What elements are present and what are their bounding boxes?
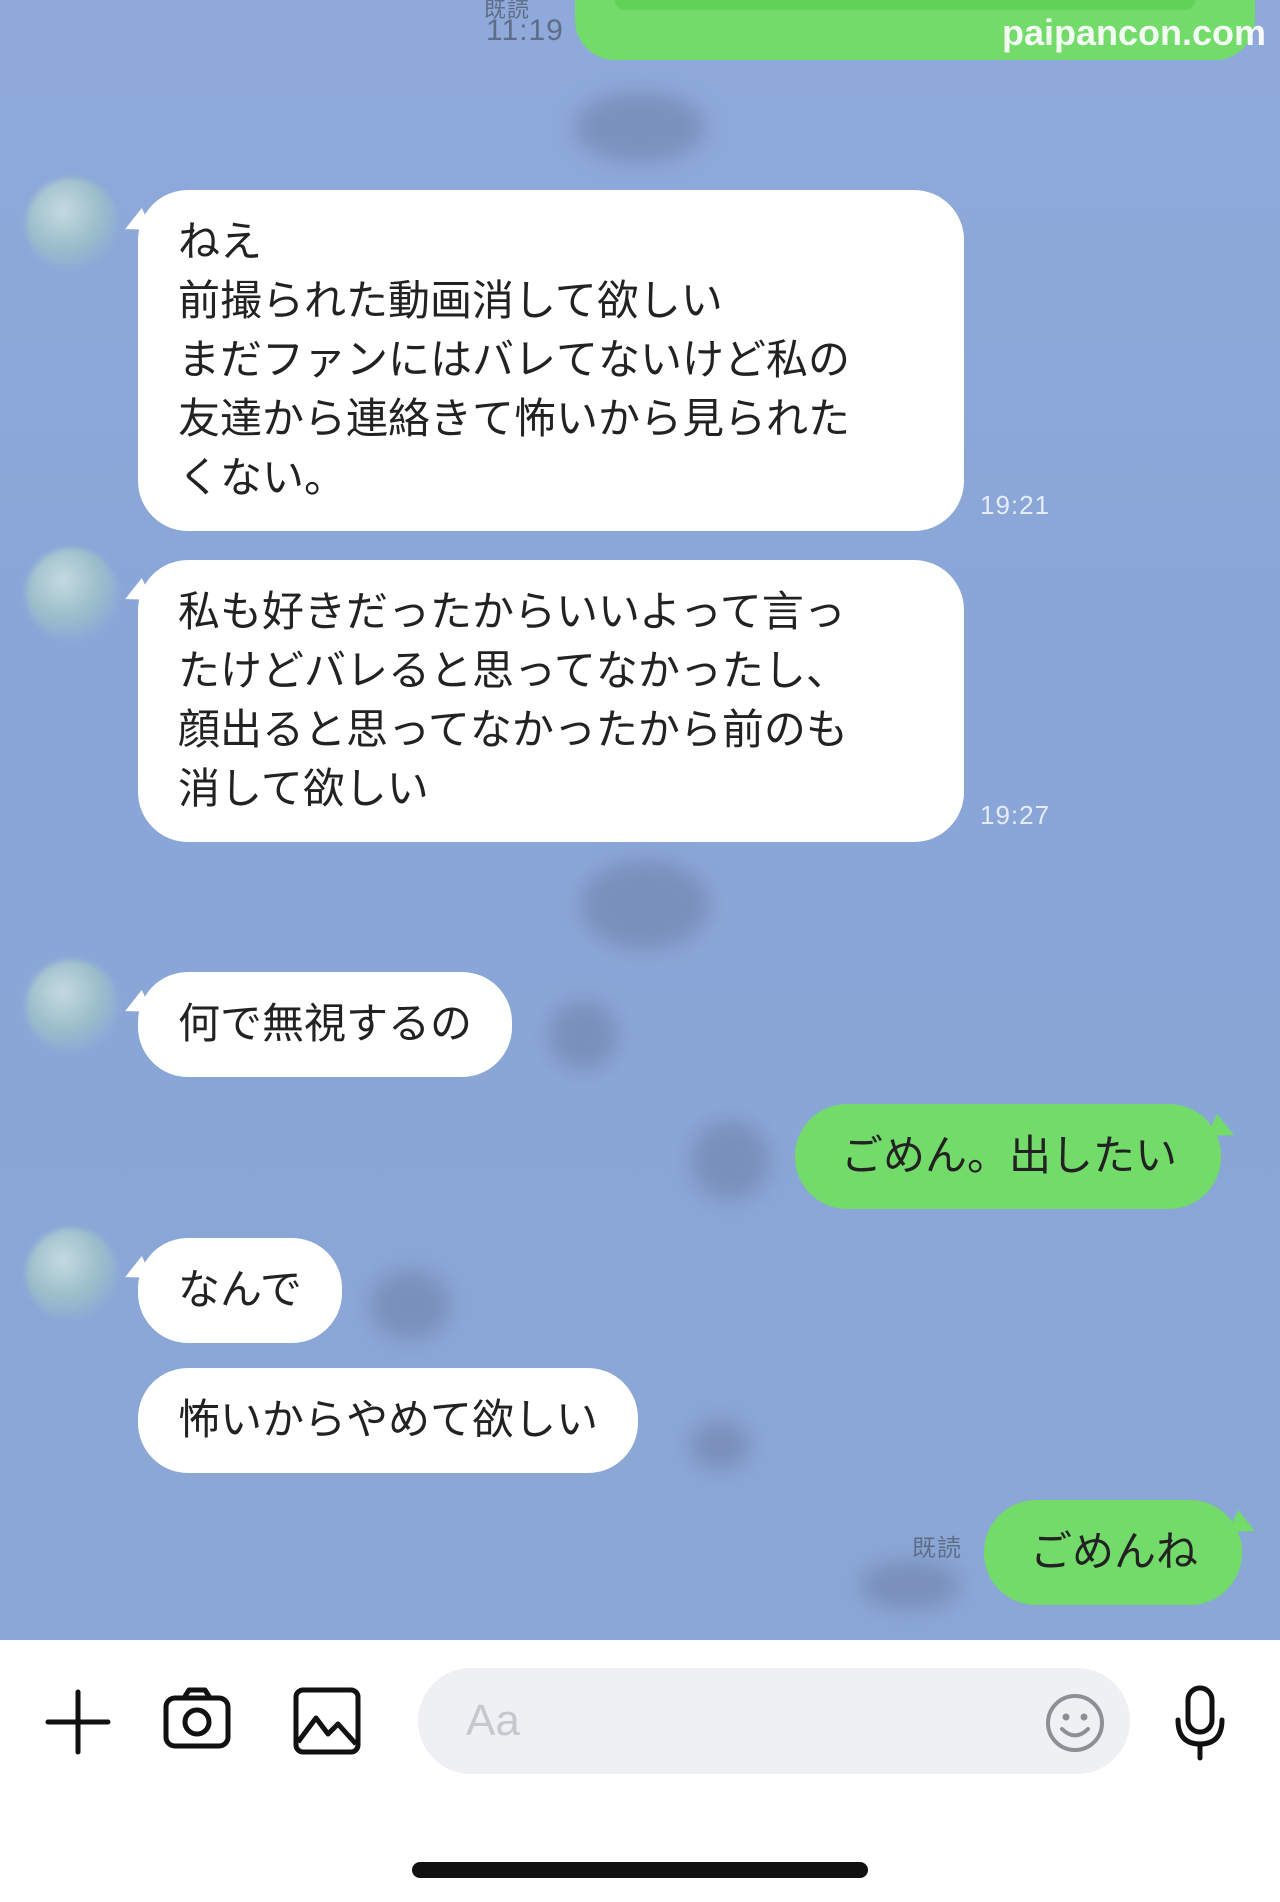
camera-icon[interactable] xyxy=(162,1684,232,1754)
message-bubble-incoming[interactable]: ねえ 前撮られた動画消して欲しい まだファンにはバレてないけど私の 友達から連絡… xyxy=(138,190,964,531)
message-bubble-incoming[interactable]: 何で無視するの xyxy=(138,972,513,1077)
read-label: 既読 xyxy=(912,1535,962,1562)
message-bubble-incoming[interactable]: 怖いからやめて欲しい xyxy=(138,1368,639,1473)
chat-area: 既読 11:19 paipancon.com ねえ 前撮られた動画消して欲しい … xyxy=(0,0,1280,1640)
message-time: 11:19 xyxy=(486,14,564,47)
message-meta-blur xyxy=(548,1000,618,1070)
message-time: 19:21 xyxy=(980,490,1051,520)
message-meta-blur xyxy=(370,1270,450,1340)
message-bubble-incoming[interactable]: 私も好きだったからいいよって言っ たけどバレると思ってなかったし、 顔出ると思っ… xyxy=(138,560,964,842)
avatar[interactable] xyxy=(26,960,118,1052)
avatar[interactable] xyxy=(26,178,118,270)
message-time: 19:27 xyxy=(980,800,1051,830)
avatar[interactable] xyxy=(26,1228,118,1320)
message-meta-blur xyxy=(690,1420,750,1470)
avatar[interactable] xyxy=(26,548,118,640)
home-indicator[interactable] xyxy=(412,1862,868,1878)
message-bubble-outgoing[interactable]: ごめん。出したい xyxy=(795,1104,1222,1209)
message-bubble-incoming[interactable]: なんで xyxy=(138,1238,342,1343)
date-separator xyxy=(575,92,705,162)
message-meta-blur xyxy=(690,1120,770,1200)
date-separator xyxy=(580,860,710,950)
message-input-placeholder: Aa xyxy=(466,1696,520,1745)
message-input[interactable] xyxy=(418,1668,1130,1774)
plus-icon[interactable] xyxy=(42,1686,114,1758)
microphone-icon[interactable] xyxy=(1172,1684,1228,1762)
message-bubble-outgoing[interactable]: ごめんね xyxy=(984,1500,1243,1605)
message-meta-blur xyxy=(860,1560,960,1610)
image-icon[interactable] xyxy=(292,1686,362,1756)
watermark: paipancon.com xyxy=(1001,12,1266,53)
emoji-icon[interactable] xyxy=(1044,1692,1106,1754)
